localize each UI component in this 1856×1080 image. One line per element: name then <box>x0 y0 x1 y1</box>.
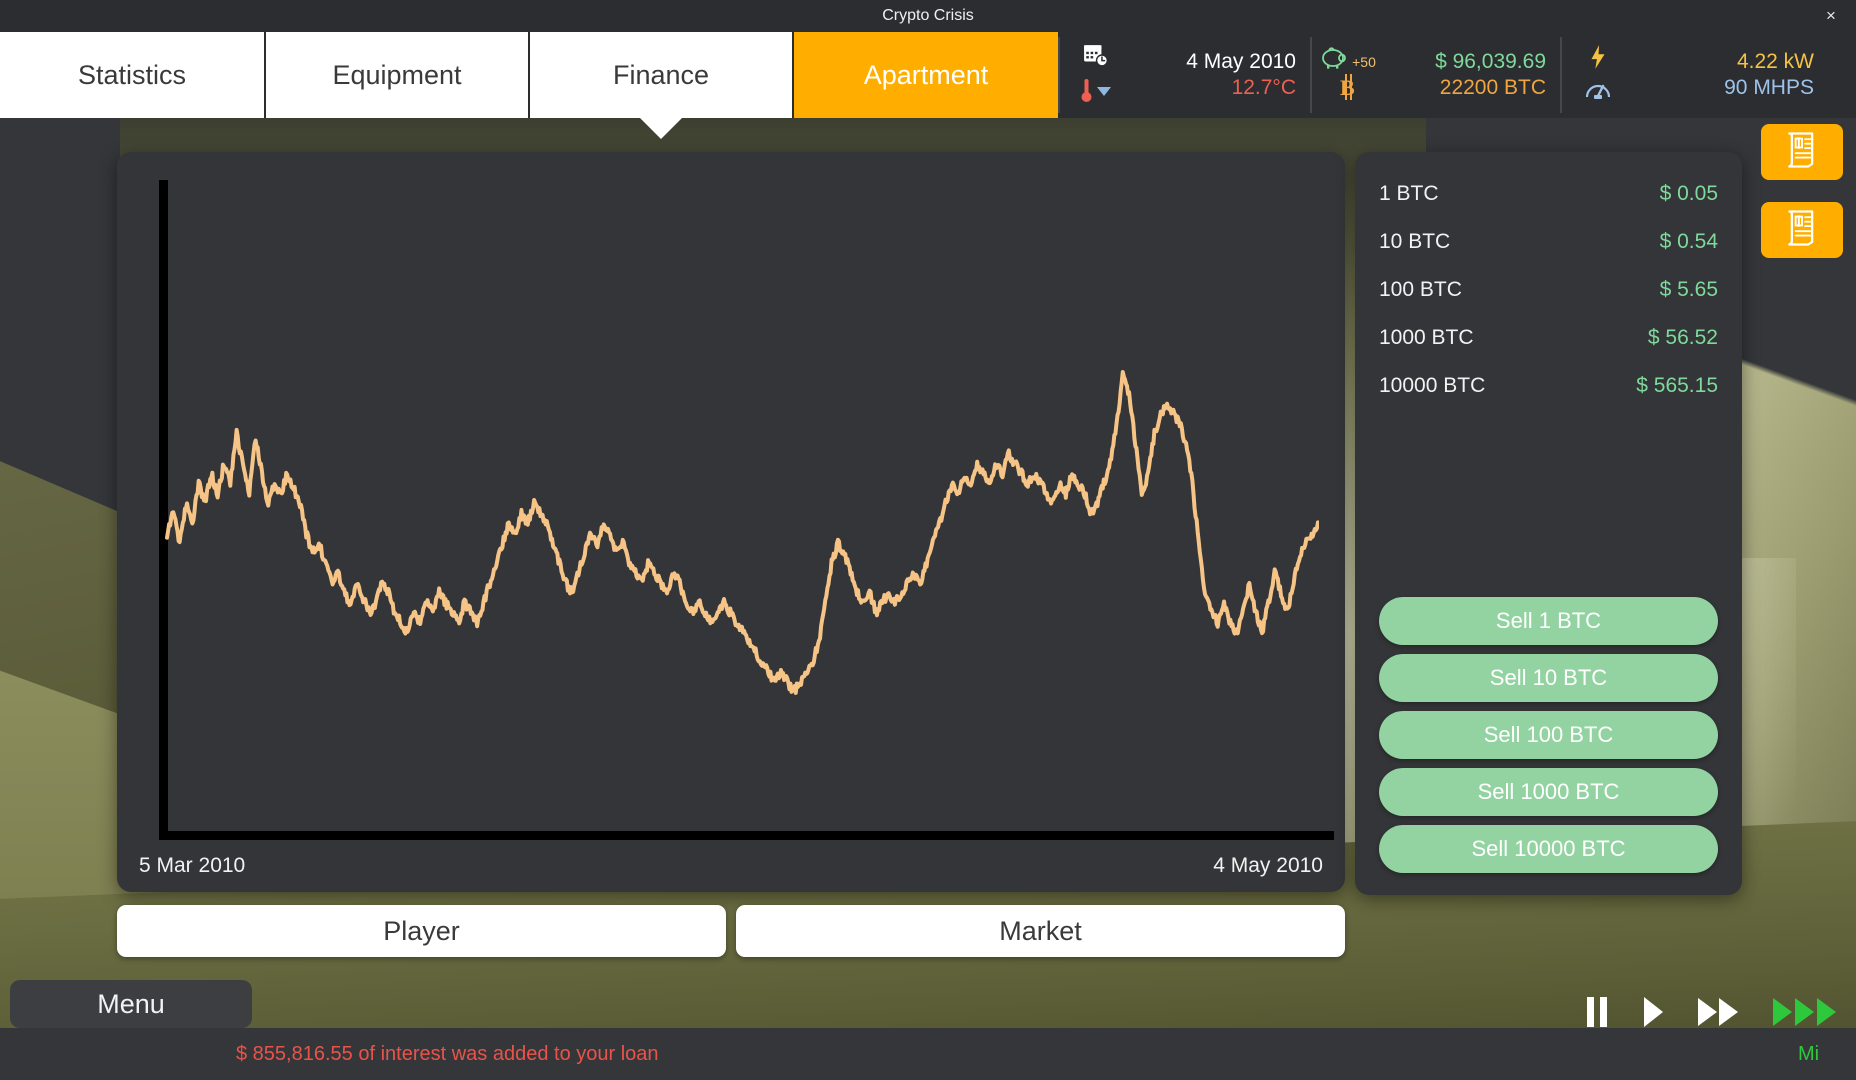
calendar-clock-icon <box>1083 42 1109 73</box>
sell-100-btc-button[interactable]: Sell 100 BTC <box>1379 711 1718 759</box>
price-amount: 100 BTC <box>1379 278 1462 302</box>
tab-equipment[interactable]: Equipment <box>266 32 530 118</box>
ultra-speed-button[interactable] <box>1772 995 1842 1029</box>
status-bar: 4 May 2010 12.7°C +50 <box>1058 32 1856 118</box>
sell-1-btc-button[interactable]: Sell 1 BTC <box>1379 597 1718 645</box>
price-value: $ 5.65 <box>1660 278 1718 302</box>
sell-button-label: Sell 1 BTC <box>1496 608 1601 634</box>
chart-x-end-label: 4 May 2010 <box>1213 854 1323 878</box>
sell-button-list: Sell 1 BTC Sell 10 BTC Sell 100 BTC Sell… <box>1379 597 1718 873</box>
price-row: 10000 BTC $ 565.15 <box>1379 362 1718 410</box>
status-power-group: 4.22 kW 90 MHPS <box>1560 37 1828 113</box>
price-value: $ 0.54 <box>1660 230 1718 254</box>
tab-finance[interactable]: Finance <box>530 32 794 118</box>
current-date: 4 May 2010 <box>1186 50 1296 74</box>
tab-player[interactable]: Player <box>117 905 726 957</box>
tab-apartment[interactable]: Apartment <box>794 32 1058 118</box>
price-amount: 1000 BTC <box>1379 326 1474 350</box>
status-money-group: +50 B $ 96,039.69 22200 BTC <box>1310 37 1560 113</box>
lower-tab-label: Market <box>999 916 1082 947</box>
sell-10-btc-button[interactable]: Sell 10 BTC <box>1379 654 1718 702</box>
tab-label: Apartment <box>864 60 989 91</box>
invoice-icon <box>1785 131 1819 174</box>
arrow-down-icon <box>1096 84 1112 102</box>
play-button[interactable] <box>1640 995 1666 1029</box>
btc-balance: 22200 BTC <box>1440 76 1546 100</box>
chart-source-tabs: Player Market <box>117 905 1345 957</box>
close-icon[interactable]: × <box>1814 0 1848 32</box>
chart-axis-labels: 5 Mar 2010 4 May 2010 <box>139 854 1323 878</box>
sell-button-label: Sell 100 BTC <box>1484 722 1614 748</box>
price-amount: 1 BTC <box>1379 182 1439 206</box>
price-amount: 10000 BTC <box>1379 374 1485 398</box>
title-bar: Crypto Crisis × <box>0 0 1856 32</box>
game-speed-controls <box>1584 995 1842 1029</box>
chart-line-series <box>139 180 1319 840</box>
hashrate: 90 MHPS <box>1724 76 1814 100</box>
tab-pointer-triangle <box>640 118 682 139</box>
main-tab-bar: Statistics Equipment Finance Apartment <box>0 32 1058 118</box>
invoice-button-2[interactable] <box>1761 202 1843 258</box>
game-window: Crypto Crisis × Statistics Equipment Fin… <box>0 0 1856 1080</box>
menu-button[interactable]: Menu <box>10 980 252 1028</box>
lower-tab-label: Player <box>383 916 460 947</box>
menu-button-label: Menu <box>97 989 165 1020</box>
tab-statistics[interactable]: Statistics <box>0 32 266 118</box>
price-value: $ 56.52 <box>1648 326 1718 350</box>
mining-status-message: Mi <box>1798 1043 1819 1066</box>
pause-button[interactable] <box>1584 995 1610 1029</box>
price-value: $ 0.05 <box>1660 182 1718 206</box>
tab-label: Equipment <box>332 60 461 91</box>
sell-button-label: Sell 10 BTC <box>1490 665 1607 691</box>
lightning-bolt-icon <box>1587 44 1609 75</box>
sell-button-label: Sell 10000 BTC <box>1471 836 1625 862</box>
chart-x-start-label: 5 Mar 2010 <box>139 854 245 878</box>
power-usage: 4.22 kW <box>1737 50 1814 74</box>
price-chart <box>139 180 1319 840</box>
side-button-stack <box>1761 124 1843 258</box>
cash-balance: $ 96,039.69 <box>1435 50 1546 74</box>
price-amount: 10 BTC <box>1379 230 1450 254</box>
tab-label: Finance <box>613 60 709 91</box>
price-row: 1 BTC $ 0.05 <box>1379 170 1718 218</box>
tab-market[interactable]: Market <box>736 905 1345 957</box>
bitcoin-icon: B <box>1338 74 1358 105</box>
piggy-bank-icon: +50 <box>1320 46 1376 70</box>
thermometer-icon <box>1080 77 1093 108</box>
price-row: 100 BTC $ 5.65 <box>1379 266 1718 314</box>
top-bar: Statistics Equipment Finance Apartment <box>0 32 1856 118</box>
sell-button-label: Sell 1000 BTC <box>1478 779 1620 805</box>
tab-label: Statistics <box>78 60 186 91</box>
current-temperature: 12.7°C <box>1232 76 1296 100</box>
price-row: 1000 BTC $ 56.52 <box>1379 314 1718 362</box>
speedometer-icon <box>1584 79 1612 106</box>
sell-10000-btc-button[interactable]: Sell 10000 BTC <box>1379 825 1718 873</box>
svg-text:B: B <box>1340 75 1355 100</box>
status-date-group: 4 May 2010 12.7°C <box>1058 37 1310 113</box>
footer-bar: $ 855,816.55 of interest was added to yo… <box>0 1028 1856 1080</box>
price-row: 10 BTC $ 0.54 <box>1379 218 1718 266</box>
sell-1000-btc-button[interactable]: Sell 1000 BTC <box>1379 768 1718 816</box>
window-title: Crypto Crisis <box>882 7 974 25</box>
invoice-button-1[interactable] <box>1761 124 1843 180</box>
invoice-icon <box>1785 209 1819 252</box>
fast-forward-button[interactable] <box>1696 995 1742 1029</box>
loan-interest-message: $ 855,816.55 of interest was added to yo… <box>236 1043 659 1066</box>
market-chart-panel: 5 Mar 2010 4 May 2010 <box>117 152 1345 892</box>
trade-panel: 1 BTC $ 0.05 10 BTC $ 0.54 100 BTC $ 5.6… <box>1355 152 1742 895</box>
price-value: $ 565.15 <box>1636 374 1718 398</box>
